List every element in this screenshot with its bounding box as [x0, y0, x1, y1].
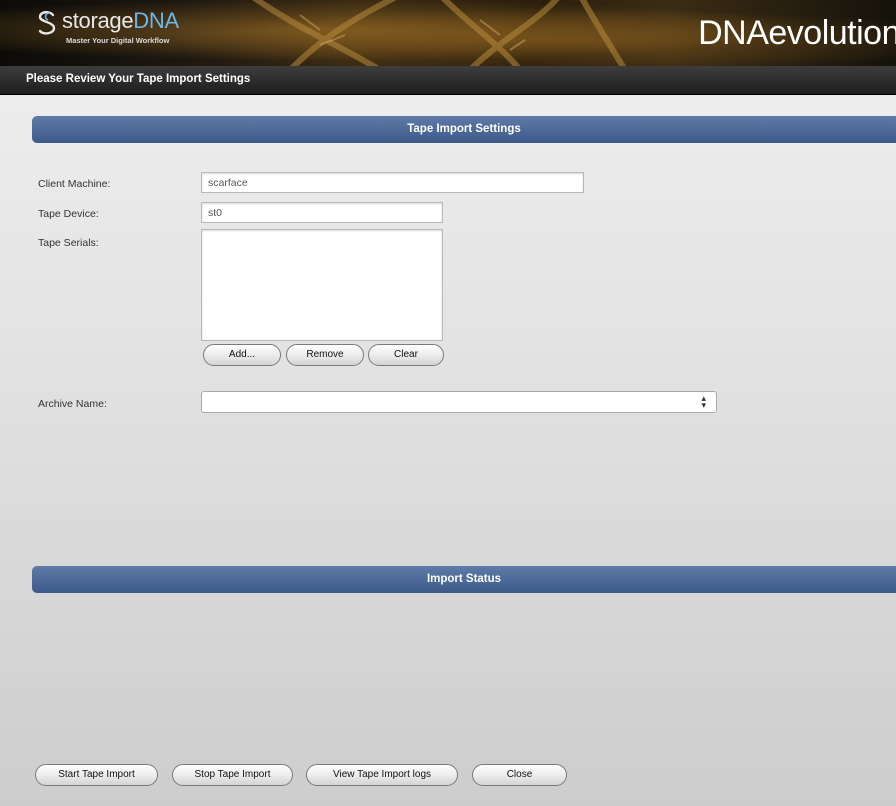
import-status-header: Import Status: [32, 566, 896, 593]
clear-serials-button[interactable]: Clear: [368, 344, 444, 366]
view-tape-import-logs-button[interactable]: View Tape Import logs: [306, 764, 458, 786]
client-machine-field[interactable]: scarface: [201, 172, 584, 193]
archive-name-select[interactable]: ▴ ▾: [201, 391, 717, 413]
archive-name-label: Archive Name:: [38, 398, 107, 410]
stop-tape-import-button[interactable]: Stop Tape Import: [172, 764, 293, 786]
header-banner: storageDNA Master Your Digital Workflow …: [0, 0, 896, 66]
tape-serials-label: Tape Serials:: [38, 237, 99, 249]
page-title-bar: Please Review Your Tape Import Settings: [0, 66, 896, 95]
storagedna-s-icon: [38, 11, 56, 35]
logo-tagline: Master Your Digital Workflow: [66, 36, 170, 45]
tape-serials-list[interactable]: [201, 229, 443, 341]
add-serial-button[interactable]: Add...: [203, 344, 281, 366]
remove-serial-button[interactable]: Remove: [286, 344, 364, 366]
tape-import-settings-header: Tape Import Settings: [32, 116, 896, 143]
select-updown-arrows-icon: ▴ ▾: [701, 393, 706, 410]
product-name: DNAevolution: [698, 14, 896, 52]
start-tape-import-button[interactable]: Start Tape Import: [35, 764, 158, 786]
close-button[interactable]: Close: [472, 764, 567, 786]
logo-wordmark: storageDNA: [62, 8, 179, 33]
client-machine-label: Client Machine:: [38, 178, 111, 190]
page-title: Please Review Your Tape Import Settings: [26, 73, 251, 85]
tape-device-field[interactable]: st0: [201, 202, 443, 223]
tape-device-label: Tape Device:: [38, 208, 99, 220]
